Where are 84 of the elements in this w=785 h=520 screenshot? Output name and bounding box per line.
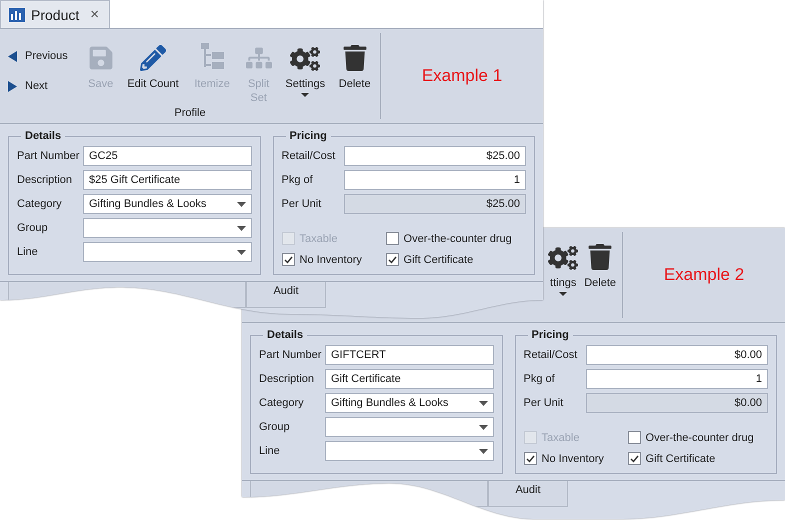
dropdown-caret-icon <box>236 202 246 206</box>
checkbox[interactable] <box>628 452 641 465</box>
group-title: Details <box>266 329 304 341</box>
input-field: $0.00 <box>586 393 768 413</box>
close-button[interactable]: × <box>90 6 99 23</box>
right-triangle-icon <box>8 80 17 92</box>
checkbox[interactable] <box>386 232 399 245</box>
field-label: Category <box>259 397 305 409</box>
group-label: Profile <box>173 107 207 121</box>
toolbar-button[interactable]: Delete <box>333 39 376 107</box>
field-label: Part Number <box>259 349 322 361</box>
product-tab[interactable]: Product × <box>0 0 110 28</box>
audit-tab[interactable]: Audit <box>246 282 326 308</box>
example-label: Example 1 <box>422 66 502 86</box>
dropdown-caret-icon <box>236 226 246 230</box>
field-label: Line <box>17 246 39 258</box>
field-label: Category <box>17 198 63 210</box>
field-label: Per Unit <box>282 198 322 210</box>
check-icon <box>284 256 293 264</box>
checkbox-option[interactable]: Over-the-counter drug <box>386 232 526 245</box>
dropdown-caret-icon <box>236 250 246 254</box>
group-title: Pricing <box>288 130 328 142</box>
example-label: Example 2 <box>664 265 744 285</box>
caret-icon <box>301 93 310 97</box>
input-field[interactable]: 1 <box>586 369 768 389</box>
trash-icon <box>342 45 368 71</box>
dropdown-field[interactable]: Gifting Bundles & Looks <box>325 393 494 413</box>
dropdown-field[interactable] <box>83 242 252 262</box>
field-label: Retail/Cost <box>282 150 336 162</box>
trash-icon <box>587 244 614 270</box>
field-label: Description <box>259 373 316 385</box>
checkbox[interactable] <box>386 253 399 266</box>
field-label: Description <box>17 174 74 186</box>
input-field: $25.00 <box>344 194 526 214</box>
checkbox-option[interactable]: Gift Certificate <box>386 253 526 266</box>
checkbox[interactable] <box>282 253 295 266</box>
toolbar-button[interactable]: Settings <box>281 39 330 107</box>
check-icon <box>526 454 535 462</box>
field-label: Pkg of <box>282 174 314 186</box>
field-label: Pkg of <box>524 373 556 385</box>
input-field[interactable]: $25.00 <box>344 146 526 166</box>
checkbox-option[interactable]: Over-the-counter drug <box>628 431 768 444</box>
tree-list-icon <box>199 43 226 71</box>
toolbar-button[interactable]: Delete <box>582 238 618 318</box>
checkbox[interactable] <box>524 452 537 465</box>
dropdown-caret-icon <box>478 400 488 406</box>
dropdown-field[interactable] <box>325 417 494 437</box>
dropdown-field[interactable] <box>83 218 252 238</box>
input-field[interactable]: $25 Gift Certificate <box>83 170 252 190</box>
input-field[interactable]: GC25 <box>83 146 252 166</box>
dropdown-field[interactable]: Gifting Bundles & Looks <box>83 194 252 214</box>
input-field[interactable]: 1 <box>344 170 526 190</box>
audit-tab[interactable]: Audit <box>488 481 568 507</box>
caret-icon <box>559 292 568 296</box>
input-field[interactable]: GIFTCERT <box>325 345 494 365</box>
group-title: Details <box>24 130 62 142</box>
dropdown-caret-icon <box>478 424 488 430</box>
group-title: Pricing <box>530 329 570 341</box>
field-label: Line <box>259 445 281 457</box>
toolbar-button[interactable]: ttings <box>546 238 580 318</box>
next-button[interactable]: Next <box>8 77 80 95</box>
left-triangle-icon <box>8 50 17 62</box>
dropdown-caret-icon <box>478 448 488 454</box>
toolbar-button[interactable]: Edit Count <box>122 39 184 107</box>
checkbox-option[interactable]: No Inventory <box>524 452 628 465</box>
check-icon <box>630 454 639 462</box>
checkbox[interactable] <box>628 431 641 444</box>
checkbox-option[interactable]: No Inventory <box>282 253 386 266</box>
gears-icon <box>290 47 320 71</box>
field-label: Group <box>259 421 291 433</box>
field-label: Per Unit <box>524 397 564 409</box>
check-icon <box>388 256 397 264</box>
field-label: Retail/Cost <box>524 349 578 361</box>
dropdown-field[interactable] <box>325 441 494 461</box>
pencil-icon <box>140 45 166 71</box>
bar-chart-icon <box>9 8 25 22</box>
sitemap-icon <box>246 45 272 71</box>
gears-icon <box>548 246 578 270</box>
field-label: Part Number <box>17 150 80 162</box>
input-field[interactable]: $0.00 <box>586 345 768 365</box>
checkbox-option[interactable]: Gift Certificate <box>628 452 768 465</box>
input-field[interactable]: Gift Certificate <box>325 369 494 389</box>
field-label: Group <box>17 222 49 234</box>
previous-button[interactable]: Previous <box>8 47 80 65</box>
